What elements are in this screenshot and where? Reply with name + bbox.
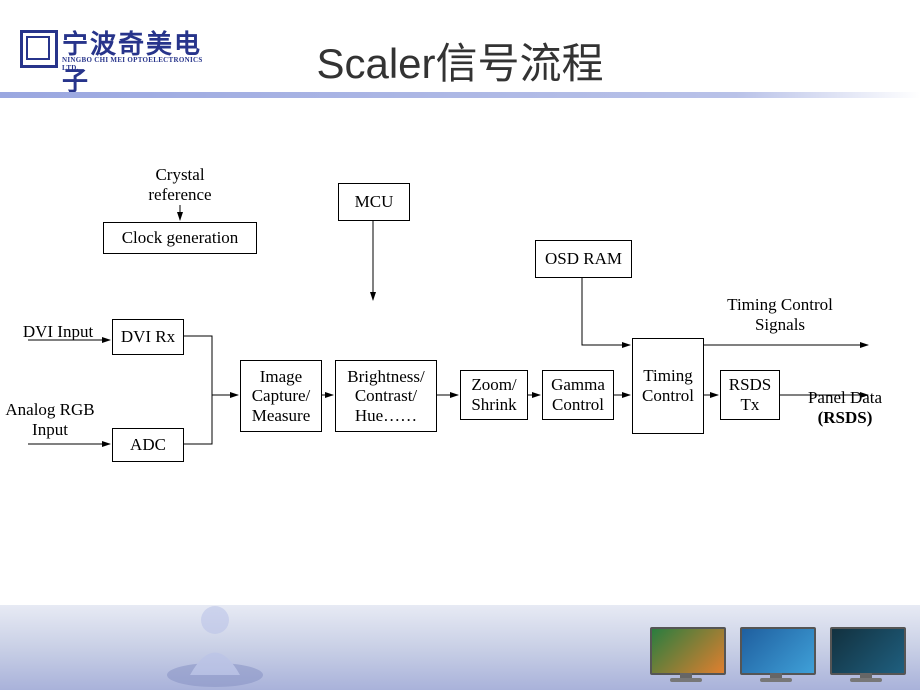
monitor-icon: [650, 627, 722, 682]
footer-banner: [0, 605, 920, 690]
box-adc: ADC: [112, 428, 184, 462]
decorative-person-icon: [160, 590, 270, 690]
box-clock-generation: Clock generation: [103, 222, 257, 254]
box-zoom-shrink: Zoom/ Shrink: [460, 370, 528, 420]
label-crystal-reference: Crystal reference: [130, 165, 230, 204]
monitor-icon: [740, 627, 812, 682]
signal-flow-diagram: Crystal reference DVI Input Analog RGB I…: [0, 0, 920, 690]
monitor-icon: [830, 627, 902, 682]
box-dvi-rx: DVI Rx: [112, 319, 184, 355]
label-timing-control-signals: Timing Control Signals: [700, 295, 860, 334]
box-gamma-control: Gamma Control: [542, 370, 614, 420]
label-analog-rgb-input: Analog RGB Input: [0, 400, 100, 439]
box-mcu: MCU: [338, 183, 410, 221]
box-image-capture: Image Capture/ Measure: [240, 360, 322, 432]
box-rsds-tx: RSDS Tx: [720, 370, 780, 420]
box-timing-control: Timing Control: [632, 338, 704, 434]
box-osd-ram: OSD RAM: [535, 240, 632, 278]
label-dvi-input: DVI Input: [18, 322, 98, 342]
label-panel-data: Panel Data(RSDS): [790, 388, 900, 427]
box-brightness-contrast-hue: Brightness/ Contrast/ Hue……: [335, 360, 437, 432]
